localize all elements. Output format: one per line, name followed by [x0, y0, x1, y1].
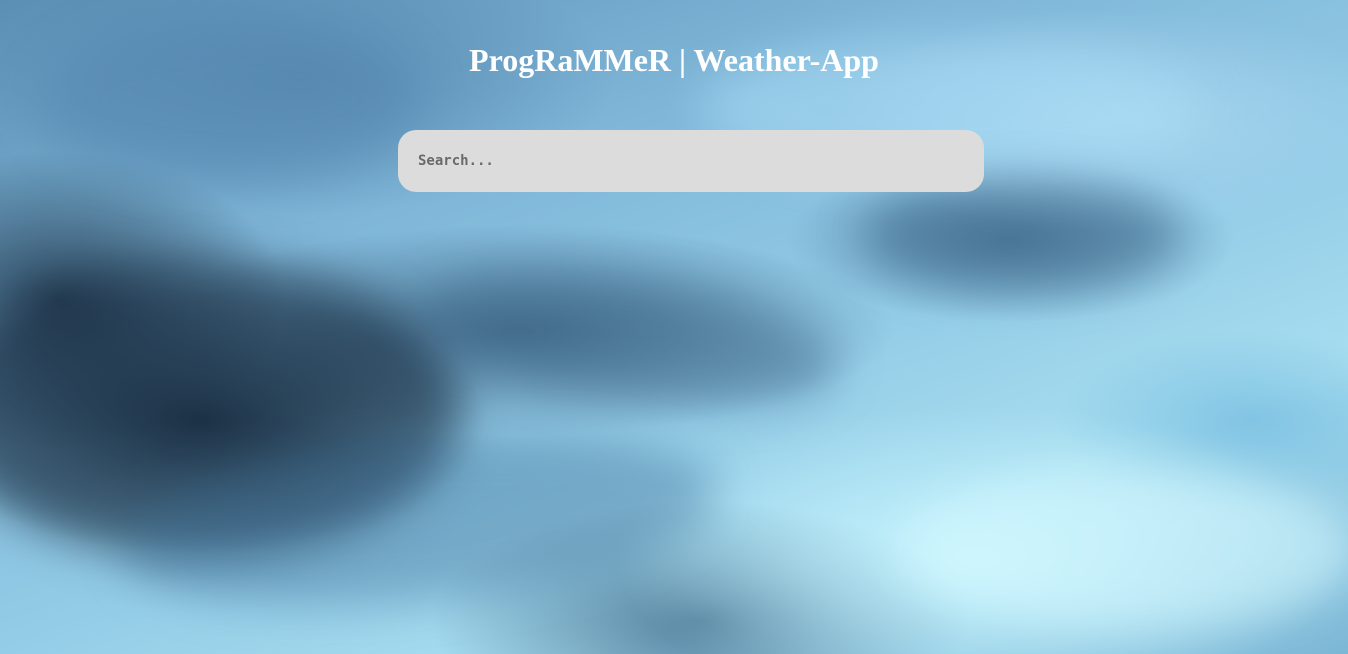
page-title: ProgRaMMeR | Weather-App [469, 42, 879, 78]
cloud-shape [860, 180, 1180, 290]
search-input[interactable] [398, 130, 984, 192]
background-image [0, 0, 1348, 654]
cloud-shape [413, 251, 847, 429]
cloud-shape [900, 470, 1348, 630]
